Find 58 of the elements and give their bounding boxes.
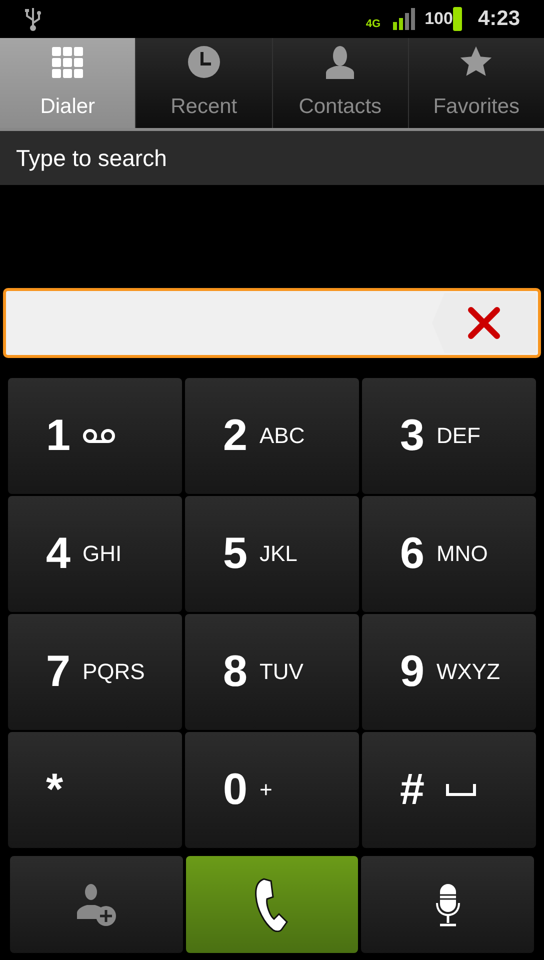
voice-search-button[interactable] [361, 856, 534, 953]
key-digit: * [46, 768, 64, 812]
dial-key[interactable]: 5 JKL [185, 496, 359, 612]
usb-icon [24, 6, 42, 32]
number-field[interactable] [3, 288, 541, 358]
microphone-icon [434, 882, 461, 926]
key-letters: WXYZ [436, 661, 500, 683]
add-person-icon [75, 882, 118, 926]
key-digit: 0 [223, 768, 248, 812]
voicemail-icon [82, 428, 116, 444]
key-letters: JKL [259, 543, 298, 565]
key-digit: 1 [46, 414, 70, 458]
dial-key[interactable]: 8 TUV [185, 614, 359, 730]
call-button[interactable] [186, 856, 358, 953]
dial-key[interactable]: 7 PQRS [8, 614, 182, 730]
network-type: 4G [366, 18, 381, 30]
person-icon [324, 44, 356, 78]
dialpad-icon [52, 46, 84, 78]
add-contact-button[interactable] [10, 856, 183, 953]
dial-key[interactable]: # [362, 732, 536, 848]
dial-key[interactable]: 0 + [185, 732, 359, 848]
delete-button[interactable] [432, 293, 536, 353]
dial-key[interactable]: 3 DEF [362, 378, 536, 494]
key-letters: DEF [436, 425, 480, 447]
key-digit: 5 [223, 532, 248, 576]
key-letters: GHI [82, 543, 122, 565]
battery-percent: 100 [424, 8, 453, 30]
key-digit: 3 [400, 414, 424, 458]
key-digit: # [400, 768, 424, 812]
dial-key[interactable]: 6 MNO [362, 496, 536, 612]
phone-icon [254, 878, 290, 932]
key-letters: MNO [436, 543, 488, 565]
star-icon [459, 44, 494, 78]
battery-icon [452, 7, 462, 31]
tab[interactable]: Recent [135, 38, 272, 128]
clock-time: 4:23 [478, 6, 520, 32]
close-icon [468, 307, 500, 339]
key-letters: TUV [259, 661, 304, 683]
space-icon [446, 784, 476, 796]
key-digit: 6 [400, 532, 424, 576]
dial-key[interactable]: 4 GHI [8, 496, 182, 612]
key-digit: 8 [223, 650, 248, 694]
key-digit: 7 [46, 650, 70, 694]
clock-icon [186, 44, 221, 78]
search-field[interactable]: Type to search [0, 131, 544, 185]
dial-key[interactable]: 9 WXYZ [362, 614, 536, 730]
tab[interactable]: Favorites [408, 38, 544, 128]
signal-icon [392, 8, 417, 30]
key-letters: + [259, 779, 272, 801]
tab[interactable]: Contacts [272, 38, 408, 128]
dial-key[interactable]: 2 ABC [185, 378, 359, 494]
dial-key[interactable]: 1 [8, 378, 182, 494]
key-digit: 9 [400, 650, 424, 694]
key-digit: 2 [223, 414, 248, 458]
dial-key[interactable]: * [8, 732, 182, 848]
key-letters: PQRS [82, 661, 145, 683]
key-letters: ABC [259, 425, 305, 447]
key-digit: 4 [46, 532, 70, 576]
